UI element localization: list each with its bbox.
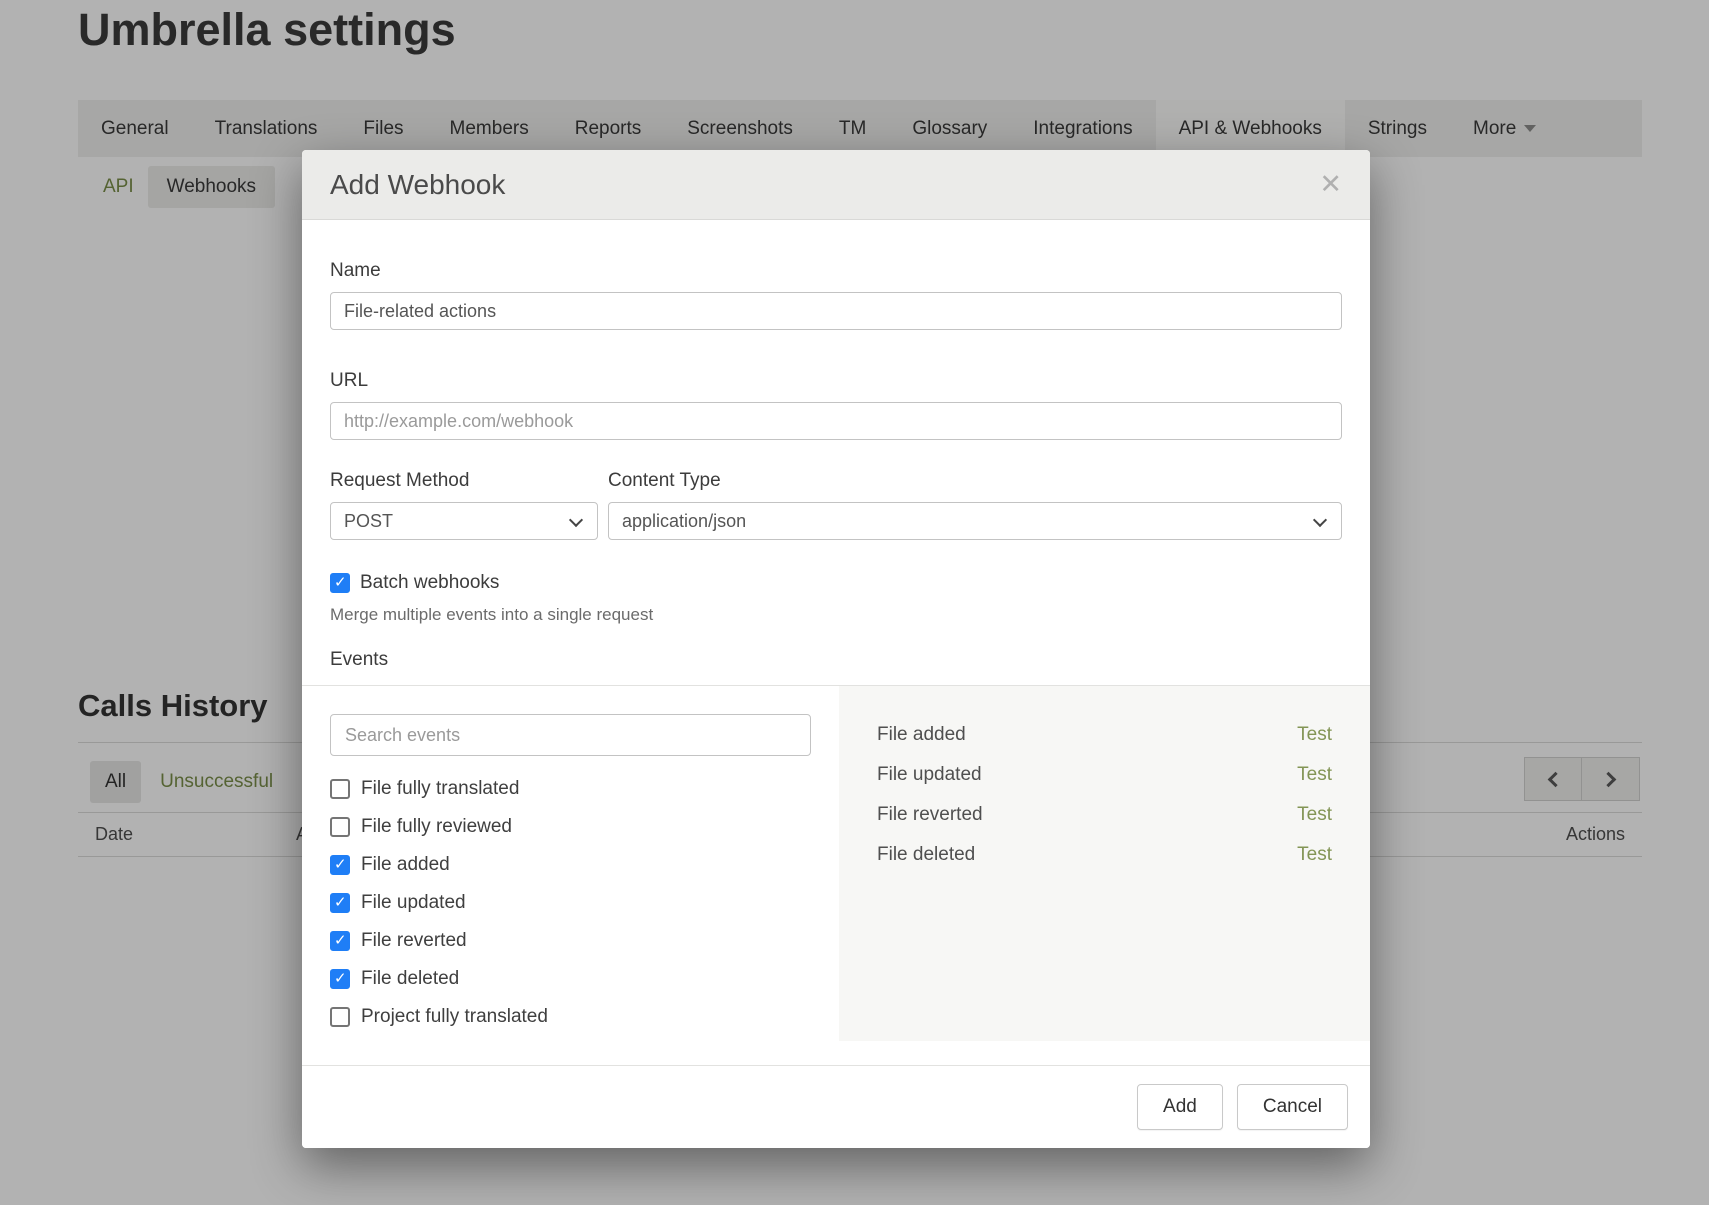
event-checkbox[interactable] [330,1007,350,1027]
event-option-label: File updated [361,892,466,914]
event-option-label: File added [361,854,450,876]
cancel-button[interactable]: Cancel [1237,1084,1348,1130]
selected-events-panel: File added Test File updated Test File r… [839,686,1370,1041]
event-option-label: File fully translated [361,778,519,800]
selected-event-row: File updated Test [877,764,1332,786]
chevron-down-icon [1313,513,1327,527]
event-checkbox[interactable] [330,969,350,989]
modal-footer: Add Cancel [302,1065,1370,1148]
batch-webhooks-checkbox-row[interactable]: Batch webhooks [330,572,1342,594]
test-link[interactable]: Test [1297,844,1332,866]
settings-page: Umbrella settings General Translations F… [0,0,1709,1205]
event-option-row[interactable]: File deleted [330,968,811,990]
content-type-label: Content Type [608,470,1342,492]
test-link[interactable]: Test [1297,724,1332,746]
event-option-row[interactable]: File added [330,854,811,876]
selected-event-label: File added [877,724,966,746]
url-input[interactable] [330,402,1342,440]
selected-event-label: File updated [877,764,982,786]
method-type-row: Request Method POST Content Type applica… [330,470,1342,540]
webhook-form: Name URL Request Method POST Co [302,220,1370,671]
test-link[interactable]: Test [1297,804,1332,826]
request-method-label: Request Method [330,470,598,492]
url-label: URL [330,370,1342,392]
batch-webhooks-checkbox[interactable] [330,573,350,593]
selected-event-label: File reverted [877,804,983,826]
event-option-row[interactable]: File fully translated [330,778,811,800]
event-option-row[interactable]: File reverted [330,930,811,952]
chevron-down-icon [569,513,583,527]
event-checkbox[interactable] [330,817,350,837]
selected-event-row: File reverted Test [877,804,1332,826]
event-checkbox[interactable] [330,855,350,875]
batch-webhooks-label: Batch webhooks [360,572,499,594]
modal-title: Add Webhook [330,169,505,201]
content-type-value: application/json [622,511,746,532]
event-option-row[interactable]: Project fully translated [330,1006,811,1028]
event-option-row[interactable]: File fully reviewed [330,816,811,838]
event-option-row[interactable]: File updated [330,892,811,914]
close-icon[interactable]: ✕ [1319,171,1342,198]
events-panels: File fully translated File fully reviewe… [302,685,1370,1041]
selected-event-label: File deleted [877,844,975,866]
request-method-select[interactable]: POST [330,502,598,540]
event-checkbox[interactable] [330,931,350,951]
events-options-panel: File fully translated File fully reviewe… [302,686,839,1041]
event-option-label: File fully reviewed [361,816,512,838]
batch-webhooks-help: Merge multiple events into a single requ… [330,605,1342,625]
event-option-label: File reverted [361,930,467,952]
selected-event-row: File deleted Test [877,844,1332,866]
event-option-label: Project fully translated [361,1006,548,1028]
request-method-value: POST [344,511,393,532]
event-option-label: File deleted [361,968,459,990]
content-type-select[interactable]: application/json [608,502,1342,540]
selected-event-row: File added Test [877,724,1332,746]
modal-header: Add Webhook ✕ [302,150,1370,220]
modal-body: Name URL Request Method POST Co [302,220,1370,1065]
search-events-input[interactable] [330,714,811,756]
add-button[interactable]: Add [1137,1084,1223,1130]
event-checkbox[interactable] [330,779,350,799]
name-label: Name [330,260,1342,282]
test-link[interactable]: Test [1297,764,1332,786]
events-section-label: Events [330,649,1342,671]
event-checkbox[interactable] [330,893,350,913]
add-webhook-modal: Add Webhook ✕ Name URL Request Method PO… [302,150,1370,1148]
name-input[interactable] [330,292,1342,330]
